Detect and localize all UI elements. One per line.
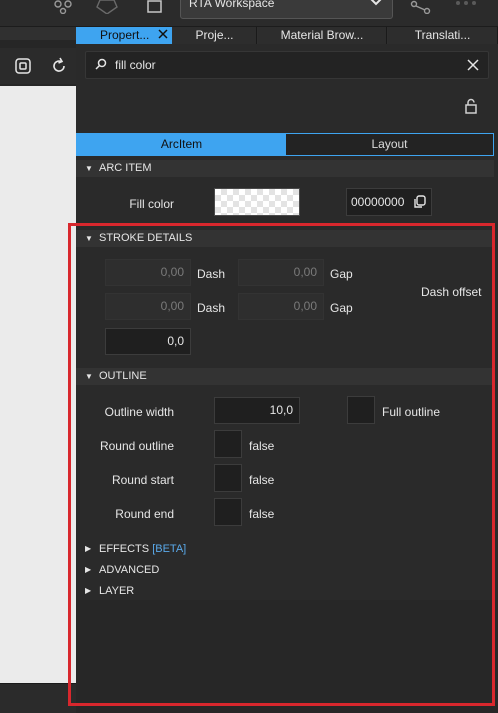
section-stroke-details[interactable]: ▼ STROKE DETAILS bbox=[76, 230, 494, 247]
full-outline-label: Full outline bbox=[382, 405, 441, 419]
more-icon[interactable] bbox=[454, 0, 478, 18]
search-icon bbox=[94, 57, 108, 74]
collapsed-triangle-icon: ▶ bbox=[85, 565, 92, 574]
section-advanced[interactable]: ▶ ADVANCED bbox=[76, 562, 376, 578]
section-arc-item-title: ARC ITEM bbox=[99, 162, 152, 174]
gap1-label: Gap bbox=[330, 267, 353, 281]
tab-translation-label: Translati... bbox=[414, 28, 471, 42]
round-end-checkbox[interactable] bbox=[214, 498, 242, 526]
dash1-label: Dash bbox=[197, 267, 226, 281]
dash-offset-label: Dash offset bbox=[421, 285, 482, 299]
search-input[interactable]: fill color bbox=[115, 58, 156, 72]
subtab-arcitem[interactable]: ArcItem bbox=[77, 134, 286, 155]
section-outline-title: OUTLINE bbox=[99, 370, 147, 382]
tab-translation[interactable]: Translati... bbox=[388, 27, 498, 44]
fill-color-swatch[interactable] bbox=[214, 188, 300, 216]
section-stroke-details-title: STROKE DETAILS bbox=[99, 232, 193, 244]
top-toolbar: RTA Workspace bbox=[0, 0, 498, 27]
tab-properties-label: Propert... bbox=[100, 28, 150, 42]
canvas-statusbar bbox=[0, 683, 76, 713]
section-layer[interactable]: ▶ LAYER bbox=[76, 583, 376, 599]
expanded-triangle-icon: ▼ bbox=[85, 372, 93, 381]
workspace-dropdown[interactable]: RTA Workspace bbox=[180, 0, 393, 19]
gap1-field[interactable]: 0,00 bbox=[238, 259, 324, 286]
dash2-label: Dash bbox=[197, 301, 226, 315]
collapsed-triangle-icon: ▶ bbox=[85, 544, 92, 553]
tab-material-browser-label: Material Brow... bbox=[280, 28, 364, 42]
section-effects[interactable]: ▶ EFFECTS [BETA] bbox=[76, 541, 376, 557]
outline-width-label: Outline width bbox=[104, 405, 174, 419]
tab-project[interactable]: Proje... bbox=[173, 27, 257, 44]
panel-empty-area bbox=[76, 600, 498, 713]
section-effects-title-wrap: EFFECTS [BETA] bbox=[99, 541, 186, 557]
canvas-toolbar bbox=[0, 48, 76, 84]
round-end-value: false bbox=[249, 507, 275, 521]
panel-tabbar: Propert... Proje... Material Brow... Tra… bbox=[76, 27, 498, 44]
fill-color-label: Fill color bbox=[129, 197, 174, 211]
dash2-field[interactable]: 0,00 bbox=[105, 293, 191, 320]
canvas-tabstrip bbox=[0, 27, 76, 40]
chevron-down-icon bbox=[368, 0, 384, 11]
fill-color-hex-field[interactable]: 00000000 bbox=[346, 188, 432, 216]
round-start-value: false bbox=[249, 473, 275, 487]
expanded-triangle-icon: ▼ bbox=[85, 234, 93, 243]
share-icon[interactable] bbox=[410, 0, 434, 18]
round-start-label: Round start bbox=[111, 473, 174, 487]
workspace-label: RTA Workspace bbox=[189, 0, 275, 10]
square-icon[interactable] bbox=[146, 0, 170, 18]
network-icon[interactable] bbox=[52, 0, 76, 18]
frame-icon[interactable] bbox=[14, 57, 32, 78]
section-outline[interactable]: ▼ OUTLINE bbox=[76, 368, 494, 385]
gap2-field[interactable]: 0,00 bbox=[238, 293, 324, 320]
beta-badge: [BETA] bbox=[152, 543, 187, 555]
dash-offset-field[interactable]: 0,0 bbox=[105, 328, 191, 355]
hexagon-icon[interactable] bbox=[96, 0, 120, 18]
unlock-icon[interactable] bbox=[464, 98, 478, 117]
round-outline-value: false bbox=[249, 439, 275, 453]
full-outline-checkbox[interactable] bbox=[347, 396, 375, 424]
tab-material-browser[interactable]: Material Brow... bbox=[258, 27, 387, 44]
round-start-checkbox[interactable] bbox=[214, 464, 242, 492]
outline-width-field[interactable]: 10,0 bbox=[214, 397, 300, 424]
viewport-canvas[interactable] bbox=[0, 86, 76, 683]
search-box[interactable]: fill color bbox=[85, 51, 489, 79]
round-outline-checkbox[interactable] bbox=[214, 430, 242, 458]
collapsed-triangle-icon: ▶ bbox=[85, 586, 92, 595]
section-layer-title: LAYER bbox=[99, 585, 135, 597]
round-outline-label: Round outline bbox=[99, 439, 174, 453]
gap2-label: Gap bbox=[330, 301, 353, 315]
refresh-icon[interactable] bbox=[50, 57, 68, 78]
tab-properties[interactable]: Propert... bbox=[76, 27, 172, 44]
expanded-triangle-icon: ▼ bbox=[85, 164, 93, 173]
section-effects-title: EFFECTS bbox=[99, 543, 150, 555]
subtab-layout[interactable]: Layout bbox=[286, 134, 493, 155]
close-icon[interactable] bbox=[157, 27, 169, 43]
section-advanced-title: ADVANCED bbox=[99, 564, 160, 576]
subtab-bar: ArcItem Layout bbox=[76, 133, 494, 156]
section-arc-item[interactable]: ▼ ARC ITEM bbox=[76, 160, 494, 177]
clear-search-icon[interactable] bbox=[466, 58, 480, 75]
dash1-field[interactable]: 0,00 bbox=[105, 259, 191, 286]
tab-project-label: Proje... bbox=[195, 28, 234, 42]
properties-panel: Propert... Proje... Material Brow... Tra… bbox=[76, 27, 498, 713]
copy-icon[interactable] bbox=[413, 195, 427, 212]
round-end-label: Round end bbox=[115, 507, 174, 521]
fill-color-hex-value[interactable]: 00000000 bbox=[351, 195, 404, 209]
